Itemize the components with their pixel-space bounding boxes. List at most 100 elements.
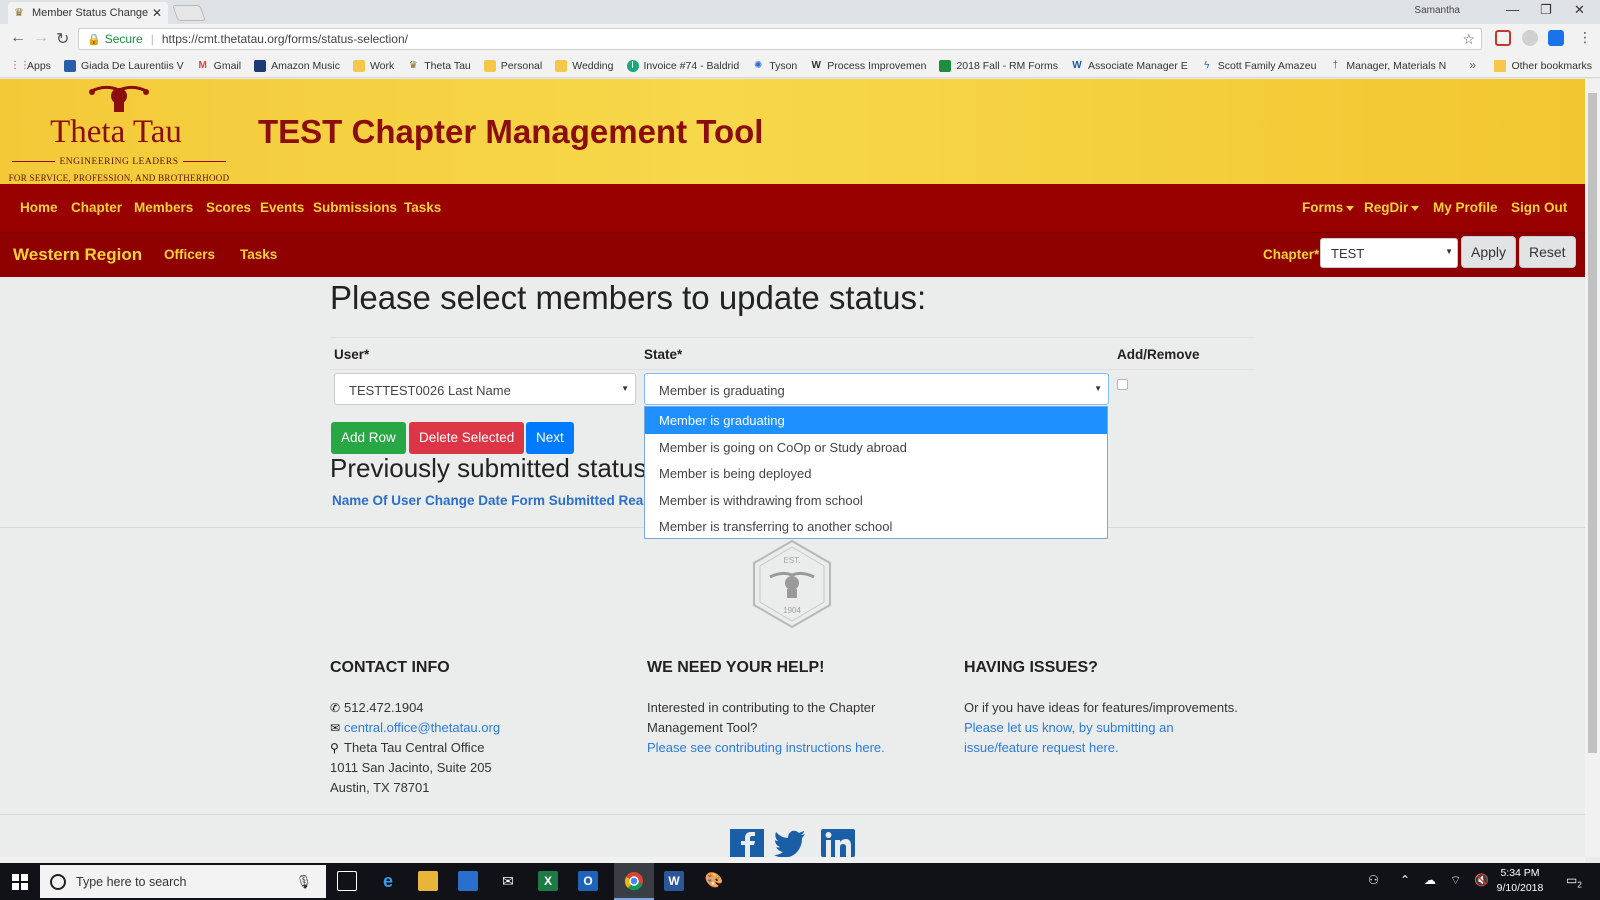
volume-muted-icon[interactable]: 🔇 <box>1474 873 1489 887</box>
bookmark-item[interactable]: ♛ Theta Tau <box>407 60 471 72</box>
scrollbar-thumb[interactable] <box>1588 93 1597 753</box>
nav-home[interactable]: Home <box>20 200 58 215</box>
contributing-link[interactable]: Please see contributing instructions her… <box>647 740 885 755</box>
bookmark-item[interactable]: Giada De Laurentiis V <box>63 59 184 72</box>
nav-tasks[interactable]: Tasks <box>404 200 441 215</box>
paint-icon[interactable]: 🎨 <box>704 871 724 891</box>
nav-members[interactable]: Members <box>134 200 193 215</box>
bookmark-item[interactable]: M Gmail <box>197 60 242 72</box>
tab-title: Member Status Change R <box>32 7 148 19</box>
windows-taskbar: Type here to search 🎙 e ✉ X O W 🎨 ⚇ ⌃ ☁ … <box>0 863 1600 900</box>
nav-region-tasks[interactable]: Tasks <box>240 247 277 262</box>
bookmark-item[interactable]: ✺ Tyson <box>752 60 797 72</box>
theta-tau-icon: ♛ <box>408 59 418 71</box>
microphone-icon[interactable]: 🎙 <box>295 874 312 890</box>
taskbar-search-input[interactable]: Type here to search 🎙 <box>40 865 326 898</box>
vertical-scrollbar[interactable] <box>1585 79 1600 857</box>
state-option[interactable]: Member is withdrawing from school <box>645 487 1107 514</box>
browser-tab-bar: ♛ Member Status Change R ✕ Samantha — ❐ … <box>0 0 1600 24</box>
bolt-icon: ϟ <box>1204 59 1210 71</box>
close-tab-icon[interactable]: ✕ <box>152 6 162 20</box>
nav-my-profile[interactable]: My Profile <box>1433 200 1498 215</box>
map-marker-icon: ⚲ <box>330 741 339 755</box>
delete-selected-button[interactable]: Delete Selected <box>409 422 525 454</box>
add-row-button[interactable]: Add Row <box>331 422 406 454</box>
bookmark-item[interactable]: † Manager, Materials N <box>1329 60 1447 72</box>
bookmark-item[interactable]: W Process Improvemen <box>810 60 927 72</box>
apply-button[interactable]: Apply <box>1461 236 1517 268</box>
extension-window-icon[interactable] <box>1548 30 1564 46</box>
browser-menu-icon[interactable]: ⋮ <box>1578 29 1592 46</box>
previous-statuses-columns[interactable]: Name Of User Change Date Form Submitted … <box>332 493 645 508</box>
mail-icon[interactable]: ✉ <box>498 871 518 891</box>
issue-request-link-line1[interactable]: Please let us know, by submitting an <box>964 720 1174 735</box>
chapter-select[interactable]: TEST ▼ <box>1320 238 1458 268</box>
word-icon[interactable]: W <box>664 871 684 891</box>
excel-icon[interactable]: X <box>538 871 558 891</box>
email-link[interactable]: central.office@thetatau.org <box>344 720 500 735</box>
facebook-icon[interactable] <box>730 829 764 857</box>
people-icon[interactable]: ⚇ <box>1368 873 1379 887</box>
bookmark-item[interactable]: W Associate Manager E <box>1071 60 1188 72</box>
add-remove-checkbox[interactable] <box>1117 379 1128 390</box>
state-option[interactable]: Member is being deployed <box>645 460 1107 487</box>
close-window-icon[interactable]: ✕ <box>1574 2 1585 18</box>
nav-regdir-dropdown[interactable]: RegDir <box>1364 200 1420 215</box>
nav-events[interactable]: Events <box>260 200 304 215</box>
region-nav: Western Region Officers Tasks Chapter* T… <box>0 232 1585 277</box>
nav-forms-dropdown[interactable]: Forms <box>1302 200 1355 215</box>
search-circle-icon <box>50 873 66 890</box>
file-explorer-icon[interactable] <box>418 871 438 891</box>
extension-shield-icon[interactable] <box>1495 30 1511 46</box>
nav-sign-out[interactable]: Sign Out <box>1511 200 1567 215</box>
bookmark-folder[interactable]: Wedding <box>555 59 614 72</box>
next-button[interactable]: Next <box>526 422 574 454</box>
wifi-icon[interactable]: ⌔ <box>1450 873 1461 888</box>
notifications-icon[interactable]: ▭2 <box>1566 873 1582 889</box>
tray-chevron-icon[interactable]: ⌃ <box>1400 873 1410 887</box>
windows-start-icon[interactable] <box>12 874 28 890</box>
browser-profile-name[interactable]: Samantha <box>1414 5 1460 16</box>
user-select[interactable]: TESTTEST0026 Last Name ▼ <box>334 373 636 405</box>
new-tab-button[interactable] <box>172 5 206 21</box>
linkedin-icon[interactable] <box>821 829 855 857</box>
onedrive-icon[interactable]: ☁ <box>1424 873 1436 887</box>
url-input[interactable]: 🔒 Secure | https://cmt.thetatau.org/form… <box>78 28 1482 50</box>
bookmark-item[interactable]: 2018 Fall - RM Forms <box>939 59 1058 72</box>
reset-button[interactable]: Reset <box>1519 236 1576 268</box>
store-icon[interactable] <box>458 871 478 891</box>
twitter-icon[interactable] <box>773 829 807 857</box>
extension-circle-icon[interactable] <box>1522 30 1538 46</box>
nav-submissions[interactable]: Submissions <box>313 200 397 215</box>
outlook-icon[interactable]: O <box>578 871 598 891</box>
region-title[interactable]: Western Region <box>13 245 142 265</box>
reload-icon[interactable]: ↻ <box>56 29 69 49</box>
bookmark-folder[interactable]: Work <box>352 59 394 72</box>
bookmark-item[interactable]: I Invoice #74 - Baldrid <box>626 59 739 72</box>
theta-tau-logo[interactable]: Theta Tau ENGINEERING LEADERS FOR SERVIC… <box>4 79 229 184</box>
state-option[interactable]: Member is graduating <box>645 407 1107 434</box>
issue-request-link-line2[interactable]: issue/feature request here. <box>964 740 1119 755</box>
forward-arrow-icon[interactable]: → <box>33 29 49 47</box>
task-view-icon[interactable] <box>337 871 357 891</box>
state-option[interactable]: Member is transferring to another school <box>645 513 1107 540</box>
state-select[interactable]: Member is graduating ▼ <box>644 373 1109 405</box>
bookmark-folder[interactable]: Personal <box>483 59 542 72</box>
nav-scores[interactable]: Scores <box>206 200 251 215</box>
other-bookmarks[interactable]: Other bookmarks <box>1494 60 1592 72</box>
edge-browser-icon[interactable]: e <box>378 871 398 891</box>
back-arrow-icon[interactable]: ← <box>10 29 26 47</box>
nav-officers[interactable]: Officers <box>164 247 215 262</box>
nav-chapter[interactable]: Chapter <box>71 200 122 215</box>
more-bookmarks-icon[interactable]: » <box>1469 58 1476 72</box>
bookmark-item[interactable]: ϟ Scott Family Amazeu <box>1201 59 1316 72</box>
state-option[interactable]: Member is going on CoOp or Study abroad <box>645 434 1107 461</box>
taskbar-clock[interactable]: 5:34 PM 9/10/2018 <box>1488 866 1552 896</box>
maximize-icon[interactable]: ❐ <box>1540 2 1552 18</box>
bookmark-apps[interactable]: ⋮⋮ Apps <box>10 60 51 72</box>
minimize-icon[interactable]: — <box>1506 2 1519 17</box>
browser-tab[interactable]: ♛ Member Status Change R ✕ <box>8 2 168 24</box>
chrome-icon[interactable] <box>624 871 644 891</box>
bookmark-item[interactable]: Amazon Music <box>254 59 340 72</box>
bookmark-star-icon[interactable]: ☆ <box>1462 31 1475 48</box>
